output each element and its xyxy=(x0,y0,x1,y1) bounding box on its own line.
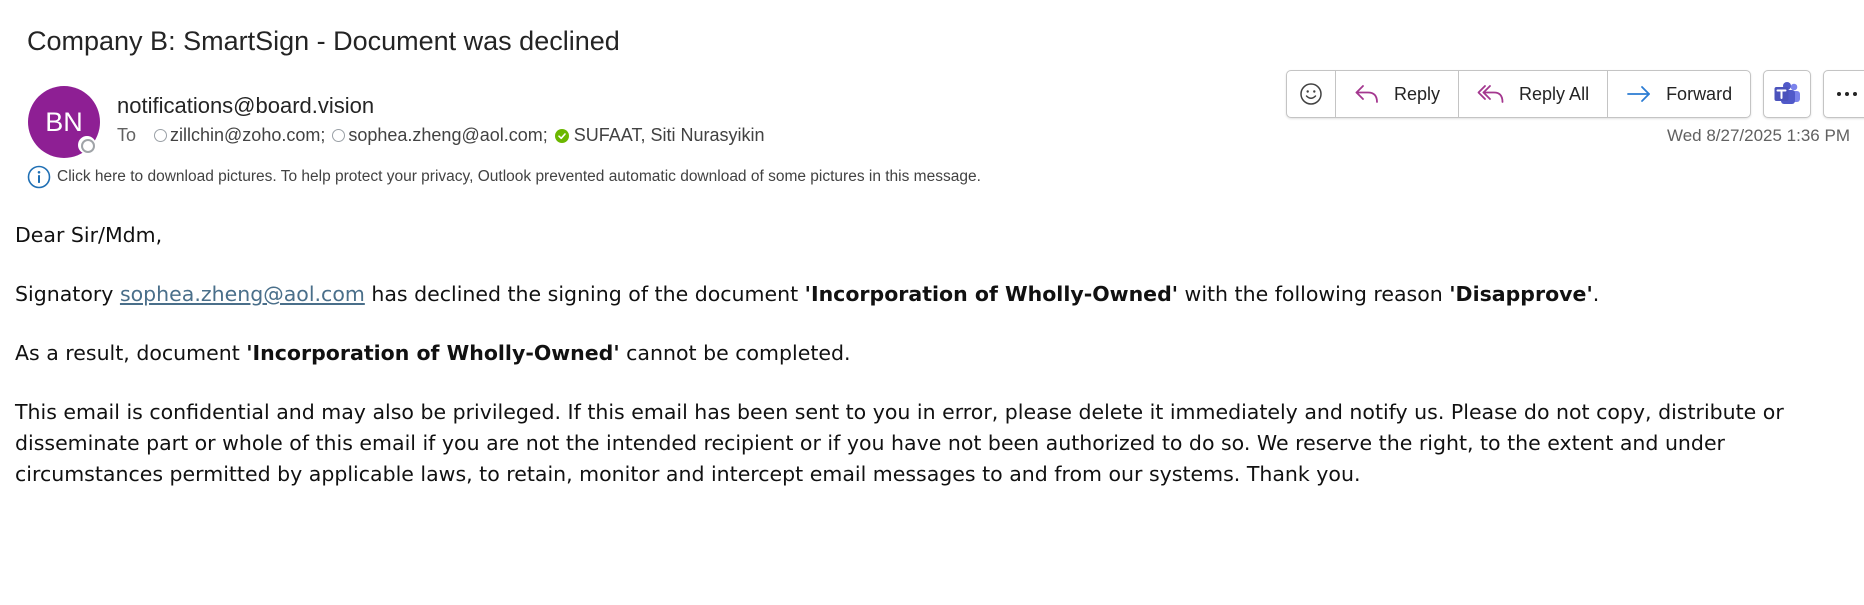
reply-button-group: Reply Reply All Forward xyxy=(1286,70,1752,118)
text-span: Signatory xyxy=(15,282,120,306)
reaction-button[interactable] xyxy=(1287,71,1336,117)
presence-offline-icon xyxy=(78,136,96,154)
to-label: To xyxy=(117,125,137,145)
reply-icon xyxy=(1355,85,1378,103)
avatar-initials: BN xyxy=(45,106,83,137)
sender-address[interactable]: notifications@board.vision xyxy=(117,93,374,119)
reply-all-icon xyxy=(1477,85,1504,103)
decline-reason: 'Disapprove' xyxy=(1449,282,1593,306)
reply-all-label: Reply All xyxy=(1519,83,1590,104)
recipient[interactable]: sophea.zheng@aol.com; xyxy=(332,125,548,146)
forward-button[interactable]: Forward xyxy=(1608,71,1750,117)
message-actions: Reply Reply All Forward xyxy=(1286,70,1864,118)
message-date: Wed 8/27/2025 1:36 PM xyxy=(1666,126,1850,145)
text-span: As a result, document xyxy=(15,341,247,365)
forward-icon xyxy=(1627,86,1650,102)
text-span: with the following reason xyxy=(1178,282,1450,306)
more-icon xyxy=(1837,92,1858,96)
greeting: Dear Sir/Mdm, xyxy=(15,223,163,247)
recipient-name: sophea.zheng@aol.com; xyxy=(348,125,548,145)
presence-available-icon xyxy=(554,128,569,143)
email-subject: Company B: SmartSign - Document was decl… xyxy=(27,26,620,56)
presence-offline-icon xyxy=(154,129,168,142)
message-body: Dear Sir/Mdm, Signatory sophea.zheng@aol… xyxy=(15,220,1855,518)
emoji-icon xyxy=(1300,83,1322,105)
recipient-name: zillchin@zoho.com; xyxy=(170,125,326,145)
recipient[interactable]: SUFAAT, Siti Nurasyikin xyxy=(554,125,765,146)
info-bar-text: Click here to download pictures. To help… xyxy=(57,168,981,185)
signatory-link[interactable]: sophea.zheng@aol.com xyxy=(120,282,365,306)
recipient[interactable]: zillchin@zoho.com; xyxy=(154,125,325,146)
reply-button[interactable]: Reply xyxy=(1336,71,1460,117)
teams-icon xyxy=(1774,82,1801,104)
text-span: cannot be completed. xyxy=(619,341,851,365)
info-icon xyxy=(27,165,51,189)
presence-offline-icon xyxy=(332,129,346,142)
reply-all-button[interactable]: Reply All xyxy=(1459,71,1609,117)
teams-button[interactable] xyxy=(1763,70,1812,118)
recipients-line: To zillchin@zoho.com; sophea.zheng@aol.c… xyxy=(117,125,771,146)
text-span: . xyxy=(1592,282,1600,306)
text-span: has declined the signing of the document xyxy=(364,282,805,306)
reply-label: Reply xyxy=(1394,83,1441,104)
result-paragraph: As a result, document 'Incorporation of … xyxy=(15,338,1855,369)
more-actions-button[interactable] xyxy=(1823,70,1864,118)
document-name: 'Incorporation of Wholly-Owned' xyxy=(804,282,1179,306)
recipient-name: SUFAAT, Siti Nurasyikin xyxy=(573,125,765,145)
download-pictures-bar[interactable]: Click here to download pictures. To help… xyxy=(27,165,981,189)
disclaimer: This email is confidential and may also … xyxy=(15,400,1784,486)
document-name: 'Incorporation of Wholly-Owned' xyxy=(246,341,620,365)
decline-paragraph: Signatory sophea.zheng@aol.com has decli… xyxy=(15,279,1855,310)
forward-label: Forward xyxy=(1666,83,1733,104)
